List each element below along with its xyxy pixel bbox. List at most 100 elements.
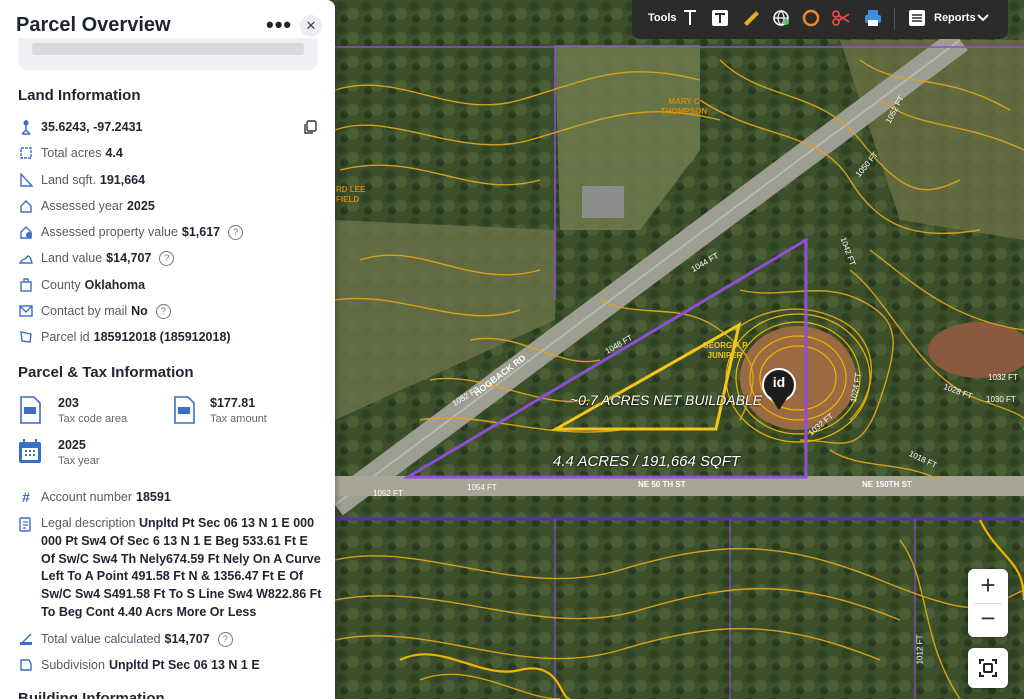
row-value: $1,617: [181, 225, 221, 239]
text-box-icon[interactable]: [711, 9, 729, 32]
print-icon[interactable]: [864, 9, 882, 32]
land-info-heading: Land Information: [18, 87, 141, 104]
building-info-heading: Building Information: [18, 690, 165, 699]
toolbar-divider: [894, 8, 895, 30]
row-value: 4.4: [105, 146, 123, 160]
ruler-triangle-icon: [18, 172, 34, 188]
ruler-icon[interactable]: [742, 9, 760, 32]
row-label: Subdivision: [41, 658, 105, 672]
calendar-icon: [18, 438, 42, 469]
owner-label-west: RD LEE FIELD: [336, 185, 365, 205]
home-calendar-icon: [18, 198, 34, 214]
row-value: 2025: [126, 199, 155, 213]
buildable-label: ~0.7 ACRES NET BUILDABLE: [570, 392, 763, 408]
owner-label-line-2: THOMPSON: [660, 107, 708, 116]
row-label: Land value: [41, 251, 103, 265]
tax-document-icon: [172, 396, 196, 429]
tools-label: Tools: [648, 12, 677, 24]
copy-icon[interactable]: [303, 120, 317, 140]
row-value: $14,707: [106, 251, 152, 265]
tax-year-value: 2025: [58, 438, 86, 452]
reports-button[interactable]: Reports: [934, 12, 976, 24]
home-dollar-icon: [18, 224, 34, 240]
row-label: Total acres: [41, 146, 102, 160]
more-options-button[interactable]: •••: [266, 12, 292, 38]
tax-code-label: Tax code area: [58, 413, 128, 425]
subdivision-icon: [18, 657, 34, 673]
tax-amount: $177.81 Tax amount: [172, 396, 267, 429]
zoom-control: + −: [968, 569, 1008, 637]
scissors-icon[interactable]: [832, 9, 850, 32]
contour-label: 1052 FT: [373, 489, 403, 498]
zoom-out-button[interactable]: −: [968, 604, 1008, 637]
tax-amount-value: $177.81: [210, 396, 256, 410]
close-button[interactable]: ✕: [300, 15, 322, 37]
row-label: Account number: [41, 490, 133, 504]
owner-label: MARY C THOMPSON: [652, 97, 716, 117]
land-value-row: Land value $14,707 ?: [18, 248, 175, 268]
help-icon[interactable]: ?: [217, 631, 233, 647]
street-label-1: NE 50 TH ST: [638, 480, 686, 489]
legal-description: Legal description Unpltd Pt Sec 06 13 N …: [18, 515, 323, 622]
tax-amount-label: Tax amount: [210, 413, 267, 425]
tax-document-icon: [18, 396, 42, 429]
row-value: No: [131, 304, 148, 318]
contour-label: 1032 FT: [988, 373, 1018, 382]
parcel-id-row: Parcel id 185912018 (185912018): [18, 327, 231, 347]
clipboard-icon: [18, 516, 34, 622]
area-icon: [18, 145, 34, 161]
row-label: County: [41, 278, 81, 292]
row-label: Total value calculated: [41, 632, 161, 646]
tax-info-heading: Parcel & Tax Information: [18, 364, 194, 381]
county-row: County Oklahoma: [18, 275, 145, 295]
assessed-year-row: Assessed year 2025: [18, 196, 155, 216]
panel-title: Parcel Overview: [16, 14, 171, 36]
owner-label-line-1: MARY C: [668, 97, 700, 106]
row-value: 18591: [136, 490, 171, 504]
chevron-down-icon[interactable]: [976, 11, 990, 30]
recenter-button[interactable]: [968, 648, 1008, 688]
tax-code-value: 203: [58, 396, 79, 410]
coords-row: 35.6243, -97.2431: [18, 117, 142, 137]
account-number-row: # Account number 18591: [18, 487, 171, 507]
zoom-in-button[interactable]: +: [968, 569, 1008, 603]
row-label: Assessed property value: [41, 225, 178, 239]
search-bar: [32, 43, 304, 55]
globe-pin-icon[interactable]: [772, 9, 790, 32]
reports-icon[interactable]: [908, 9, 926, 32]
hash-icon: #: [22, 489, 30, 505]
row-value: 191,664: [99, 173, 146, 187]
subdivision-row: Subdivision Unpltd Pt Sec 06 13 N 1 E: [18, 655, 260, 675]
owner-label-parcel-line-2: JUNIPER: [707, 351, 743, 360]
focus-icon: [979, 659, 997, 677]
row-label: Contact by mail: [41, 304, 128, 318]
row-value: $14,707: [164, 632, 210, 646]
coords-value: 35.6243, -97.2431: [41, 120, 143, 134]
row-value: Unpltd Pt Sec 06 13 N 1 E: [108, 658, 260, 672]
mail-icon: [18, 303, 34, 319]
total-value-row: Total value calculated $14,707 ?: [18, 629, 233, 649]
parcel-panel: Parcel Overview ••• ✕ Land Information 3…: [0, 0, 335, 699]
help-icon[interactable]: ?: [159, 250, 175, 266]
land-icon: [18, 250, 34, 266]
tax-year: 2025 Tax year: [18, 438, 100, 469]
help-icon[interactable]: ?: [228, 224, 244, 240]
owner-label-parcel-line-1: GEORGIA P: [702, 341, 748, 350]
row-value: Oklahoma: [84, 278, 146, 292]
owner-label-west-line-2: FIELD: [336, 195, 360, 204]
text-icon[interactable]: [682, 9, 698, 32]
calculator-value-icon: [18, 631, 34, 647]
marker-label[interactable]: id: [769, 374, 789, 390]
help-icon[interactable]: ?: [155, 303, 171, 319]
legal-label: Legal description: [41, 516, 136, 530]
tax-year-label: Tax year: [58, 455, 100, 467]
legal-value: Unpltd Pt Sec 06 13 N 1 E 000 000 Pt Sw4…: [41, 516, 322, 619]
row-label: Parcel id: [41, 330, 90, 344]
street-label-2: NE 150TH ST: [862, 480, 912, 489]
row-label: Assessed year: [41, 199, 123, 213]
search-box[interactable]: [18, 38, 318, 70]
contour-label: 1054 FT: [467, 483, 497, 492]
radius-icon[interactable]: [802, 9, 820, 32]
contact-mail-row: Contact by mail No ?: [18, 301, 171, 321]
contour-label: 1012 FT: [915, 634, 925, 665]
